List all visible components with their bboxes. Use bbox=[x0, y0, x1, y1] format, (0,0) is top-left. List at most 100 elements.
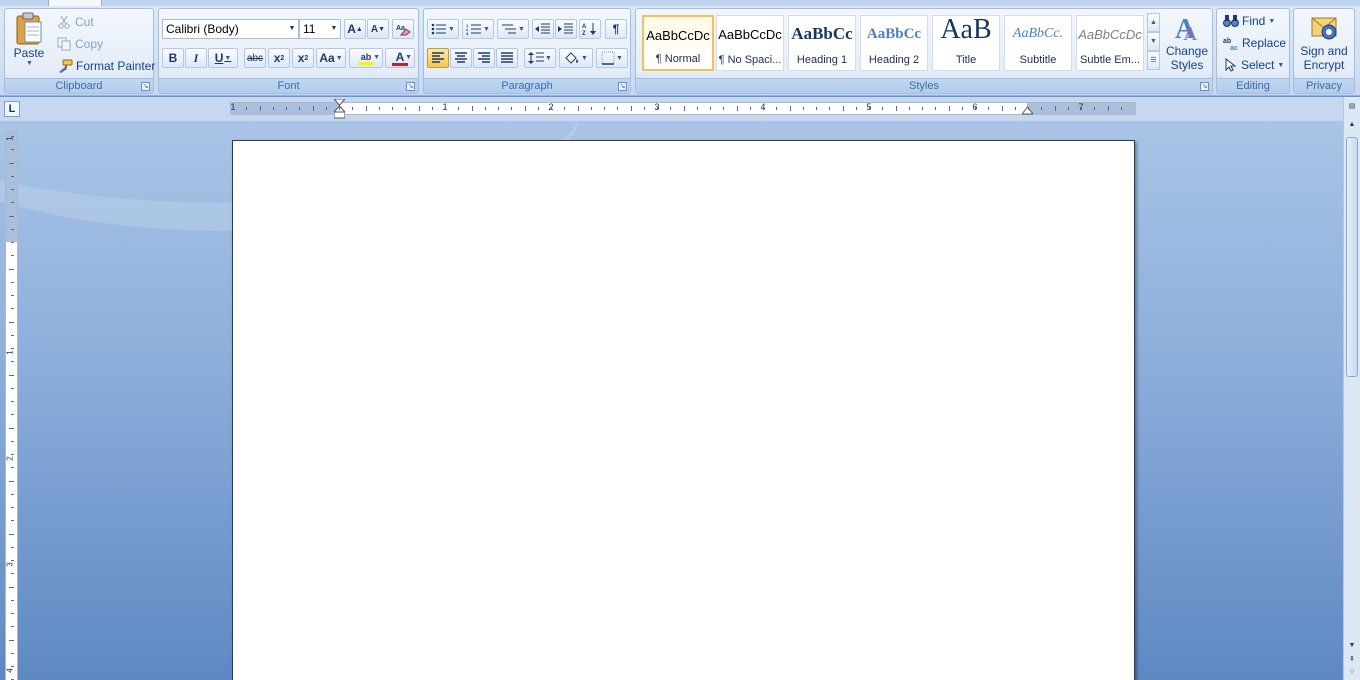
clipboard-dialog-launcher-icon[interactable]: ↘ bbox=[141, 82, 150, 91]
align-left-button[interactable] bbox=[427, 48, 449, 68]
style-title[interactable]: AaB Title bbox=[932, 15, 1000, 71]
format-painter-button[interactable]: Format Painter bbox=[53, 56, 159, 75]
bullets-button[interactable]: ▼ bbox=[427, 19, 459, 39]
line-spacing-dropdown-icon[interactable]: ▼ bbox=[545, 55, 552, 62]
sort-button[interactable]: AZ bbox=[579, 19, 601, 39]
font-size-dropdown-icon[interactable]: ▼ bbox=[328, 20, 340, 38]
superscript-button[interactable]: x2 bbox=[292, 48, 314, 68]
styles-dialog-launcher-icon[interactable]: ↘ bbox=[1200, 82, 1209, 91]
ruler-tick bbox=[11, 136, 14, 137]
tab-strip bbox=[0, 0, 1360, 6]
editing-group: Find ▼ ab ac Replace Select ▼ Editing bbox=[1216, 8, 1290, 94]
ruler-tick bbox=[696, 107, 698, 110]
font-name-combo[interactable]: Calibri (Body) ▼ bbox=[162, 19, 299, 39]
change-styles-button[interactable]: AA Change Styles bbox=[1163, 11, 1211, 77]
ruler-tick bbox=[11, 202, 14, 204]
horizontal-ruler[interactable]: 1 1 2 3 4 5 6 7 bbox=[230, 99, 1136, 119]
sign-and-encrypt-button[interactable]: Sign and Encrypt bbox=[1296, 11, 1352, 77]
ruler-tick bbox=[1067, 107, 1069, 110]
decrease-indent-button[interactable] bbox=[532, 19, 554, 39]
underline-button[interactable]: U ▼ bbox=[208, 48, 238, 68]
align-center-button[interactable] bbox=[450, 48, 472, 68]
style-no-spacing[interactable]: AaBbCcDc ¶ No Spaci... bbox=[716, 15, 784, 71]
scrollbar-thumb[interactable] bbox=[1346, 137, 1358, 377]
gallery-down-icon[interactable]: ▼ bbox=[1147, 32, 1160, 51]
increase-indent-button[interactable] bbox=[555, 19, 577, 39]
strikethrough-button[interactable]: abc bbox=[244, 48, 266, 68]
clear-formatting-button[interactable]: Aa bbox=[392, 19, 414, 39]
numbering-dropdown-icon[interactable]: ▼ bbox=[483, 26, 490, 33]
ruler-tick bbox=[431, 107, 433, 110]
ruler-tick bbox=[1041, 107, 1043, 110]
bold-button[interactable]: B bbox=[162, 48, 184, 68]
font-name-dropdown-icon[interactable]: ▼ bbox=[286, 20, 298, 38]
style-heading-2[interactable]: AaBbCc Heading 2 bbox=[860, 15, 928, 71]
browse-object-icon[interactable]: ○ bbox=[1346, 666, 1358, 678]
clipboard-group-label: Clipboard bbox=[5, 78, 153, 93]
multilevel-dropdown-icon[interactable]: ▼ bbox=[518, 26, 525, 33]
grow-font-button[interactable]: A ▲ bbox=[344, 19, 366, 39]
ruler-tick bbox=[855, 107, 857, 110]
ruler-tick bbox=[776, 107, 778, 110]
cut-button[interactable]: Cut bbox=[53, 12, 98, 31]
scroll-up-icon[interactable]: ▲ bbox=[1346, 119, 1358, 131]
change-case-button[interactable]: Aa ▼ bbox=[316, 48, 346, 68]
font-color-label: A bbox=[395, 49, 405, 64]
tab-selector-button[interactable]: L bbox=[4, 101, 20, 117]
ruler-toggle-icon[interactable]: ▤ bbox=[1346, 101, 1358, 113]
justify-button[interactable] bbox=[496, 48, 518, 68]
italic-button[interactable]: I bbox=[185, 48, 207, 68]
font-size-combo[interactable]: 11 ▼ bbox=[299, 19, 341, 39]
font-dialog-launcher-icon[interactable]: ↘ bbox=[406, 82, 415, 91]
borders-dropdown-icon[interactable]: ▼ bbox=[616, 55, 623, 62]
ruler-tick bbox=[9, 639, 14, 641]
paste-button[interactable]: Paste ▼ bbox=[8, 11, 50, 73]
paste-dropdown-icon[interactable]: ▼ bbox=[26, 60, 33, 67]
numbering-button[interactable]: 1 2 3 ▼ bbox=[462, 19, 494, 39]
gallery-more-icon[interactable]: ☰ bbox=[1147, 51, 1160, 70]
vertical-ruler[interactable]: 1 1 2 3 4 bbox=[5, 131, 18, 680]
borders-button[interactable]: ▼ bbox=[596, 48, 628, 68]
scroll-down-icon[interactable]: ▼ bbox=[1346, 640, 1358, 652]
ruler-tick bbox=[11, 361, 14, 363]
font-color-button[interactable]: A ▼ bbox=[385, 48, 415, 68]
subscript-button[interactable]: x2 bbox=[268, 48, 290, 68]
copy-icon bbox=[57, 37, 71, 50]
style-subtitle[interactable]: AaBbCc. Subtitle bbox=[1004, 15, 1072, 71]
paragraph-dialog-launcher-icon[interactable]: ↘ bbox=[618, 82, 627, 91]
ruler-tick bbox=[895, 106, 897, 111]
gallery-up-icon[interactable]: ▲ bbox=[1147, 13, 1160, 32]
ruler-tick bbox=[378, 107, 380, 110]
vertical-scrollbar[interactable]: ▤ ▲ ▼ ⇞ ○ bbox=[1343, 97, 1360, 680]
bullets-dropdown-icon[interactable]: ▼ bbox=[448, 26, 455, 33]
style-heading-1[interactable]: AaBbCc Heading 1 bbox=[788, 15, 856, 71]
align-right-button[interactable] bbox=[473, 48, 495, 68]
shading-dropdown-icon[interactable]: ▼ bbox=[581, 55, 588, 62]
shrink-font-button[interactable]: A ▼ bbox=[367, 19, 389, 39]
underline-label: U bbox=[214, 51, 224, 65]
replace-button[interactable]: ab ac Replace bbox=[1220, 33, 1289, 53]
select-button[interactable]: Select ▼ bbox=[1220, 55, 1287, 75]
shading-button[interactable]: ▼ bbox=[559, 48, 593, 68]
document-page[interactable] bbox=[232, 140, 1135, 680]
copy-button[interactable]: Copy bbox=[53, 34, 107, 53]
show-formatting-marks-button[interactable]: ¶ bbox=[605, 19, 627, 39]
ruler-tick bbox=[11, 401, 14, 402]
ruler-tick bbox=[882, 107, 884, 110]
highlight-button[interactable]: ab ▼ bbox=[349, 48, 383, 68]
tab-home[interactable] bbox=[48, 0, 102, 6]
find-button[interactable]: Find ▼ bbox=[1220, 11, 1278, 31]
line-spacing-button[interactable]: ▼ bbox=[524, 48, 556, 68]
find-dropdown-icon[interactable]: ▼ bbox=[1268, 18, 1275, 25]
style-subtle-emphasis[interactable]: AaBbCcDc Subtle Em... bbox=[1076, 15, 1144, 71]
style-normal[interactable]: AaBbCcDc ¶ Normal bbox=[642, 15, 714, 71]
multilevel-list-button[interactable]: ▼ bbox=[497, 19, 529, 39]
select-dropdown-icon[interactable]: ▼ bbox=[1277, 62, 1284, 69]
underline-dropdown-icon[interactable]: ▼ bbox=[224, 55, 231, 62]
ruler-tick bbox=[975, 107, 976, 110]
ruler-number: 4 bbox=[5, 668, 15, 673]
change-case-dropdown-icon[interactable]: ▼ bbox=[336, 55, 343, 62]
previous-page-icon[interactable]: ⇞ bbox=[1346, 654, 1358, 666]
font-color-dropdown-icon[interactable]: ▼ bbox=[405, 54, 412, 61]
highlight-dropdown-icon[interactable]: ▼ bbox=[373, 54, 380, 61]
